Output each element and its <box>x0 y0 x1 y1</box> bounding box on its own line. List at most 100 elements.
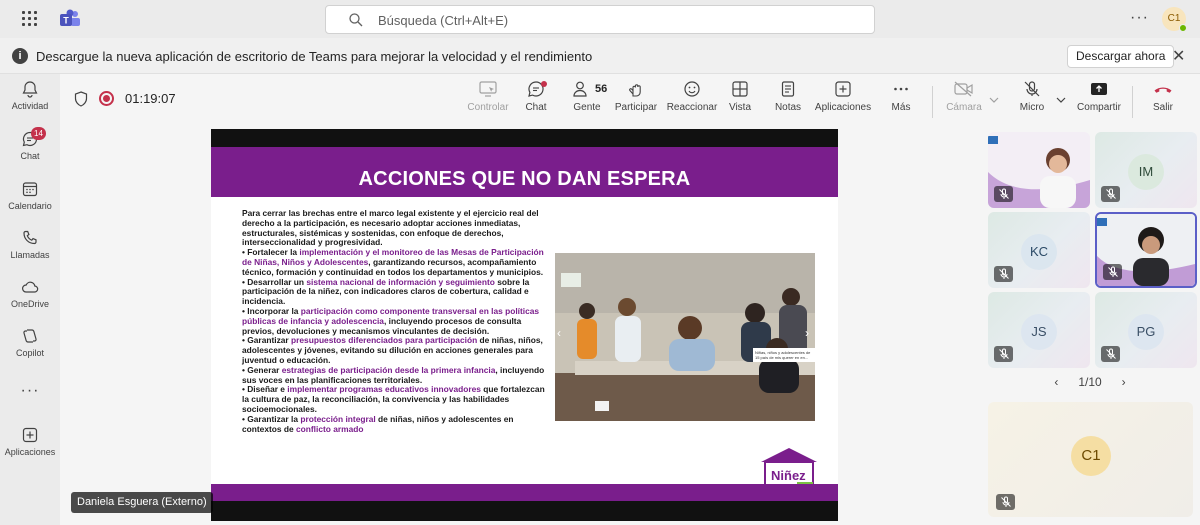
participant-tile[interactable]: PG <box>1095 292 1197 368</box>
rail-item-onedrive[interactable]: OneDrive <box>0 278 60 322</box>
mic-off-icon <box>998 268 1009 279</box>
chat-button[interactable]: Chat <box>521 80 551 124</box>
button-label: Salir <box>1152 102 1173 113</box>
react-button[interactable]: Reaccionar <box>664 80 720 124</box>
button-label: Chat <box>525 102 547 113</box>
recording-icon <box>99 91 114 106</box>
take-control-button[interactable]: Controlar <box>465 80 511 124</box>
participant-avatar: IM <box>1128 154 1164 190</box>
button-label: Controlar <box>467 102 509 113</box>
presenter-name-tag: Daniela Esguera (Externo) <box>71 492 213 513</box>
gallery-pager: ‹ 1/10 › <box>980 375 1200 389</box>
raise-hand-button[interactable]: Participar <box>614 80 658 124</box>
close-icon[interactable]: ✕ <box>1172 46 1185 66</box>
chevron-left-icon[interactable]: ‹ <box>1054 375 1058 389</box>
apps-icon <box>22 427 38 443</box>
apps-button[interactable]: Aplicaciones <box>814 80 872 124</box>
presence-indicator <box>1179 24 1187 32</box>
slide-bottom-bar <box>211 501 838 521</box>
photo-next-icon: › <box>805 326 809 340</box>
camera-button[interactable]: Cámara <box>944 80 984 124</box>
button-label: Participar <box>614 102 658 113</box>
search-box[interactable] <box>325 5 875 34</box>
slide-body-text: Para cerrar las brechas entre el marco l… <box>242 208 552 435</box>
more-button[interactable]: Más <box>886 80 916 124</box>
camera-off-icon <box>954 81 973 97</box>
slide-photo: ‹ › Niñas, niños y adolescentes de 15 pa… <box>555 253 815 421</box>
bullet-text: • Garantizar <box>242 335 292 346</box>
bullet-text: • Fortalecer la <box>242 247 300 258</box>
participant-gallery: IM KC JS PG ‹ 1/10 › C1 <box>980 126 1200 525</box>
bullet-highlight: estrategias de participación desde la pr… <box>281 364 496 375</box>
search-input[interactable] <box>378 9 858 31</box>
teams-logo-icon[interactable]: T <box>59 8 81 30</box>
screen-control-icon <box>479 81 497 97</box>
slide-intro: Para cerrar las brechas entre el marco l… <box>242 208 539 248</box>
unread-badge: 14 <box>31 127 46 140</box>
grid-view-icon <box>732 81 748 97</box>
participant-tile-active[interactable] <box>1095 212 1197 288</box>
rail-item-more[interactable]: ··· <box>0 382 60 426</box>
bullet-highlight: protección integral <box>300 413 376 424</box>
download-now-button[interactable]: Descargar ahora <box>1067 45 1175 68</box>
hang-up-icon <box>1154 87 1172 93</box>
chevron-down-icon[interactable] <box>1056 96 1066 104</box>
self-view-tile[interactable]: C1 <box>988 402 1193 517</box>
notes-button[interactable]: Notas <box>773 80 803 124</box>
slide-bullet: • Generar estrategias de participación d… <box>242 364 552 386</box>
rail-item-copilot[interactable]: Copilot <box>0 327 60 371</box>
mic-off-icon <box>998 348 1009 359</box>
muted-indicator <box>1103 264 1122 280</box>
svg-text:Niñez: Niñez <box>771 468 806 483</box>
people-button[interactable]: 56 Gente <box>565 80 609 124</box>
bullet-highlight: sistema nacional de información y seguim… <box>306 276 495 287</box>
rail-item-calendar[interactable]: Calendario <box>0 180 60 224</box>
info-icon: i <box>12 48 28 64</box>
slide-bullet: • Garantizar la protección integral de n… <box>242 413 552 435</box>
participant-tile[interactable]: IM <box>1095 132 1197 208</box>
button-label: Gente <box>573 102 601 113</box>
app-launcher-icon[interactable] <box>22 11 38 27</box>
shield-icon[interactable] <box>74 91 88 107</box>
rail-item-label: Chat <box>20 151 40 161</box>
settings-more-icon[interactable]: ··· <box>1130 9 1149 27</box>
bullet-text: • Desarrollar un <box>242 276 307 287</box>
rail-item-chat[interactable]: 14 Chat <box>0 127 60 174</box>
photo-prev-icon: ‹ <box>557 326 561 340</box>
emoji-icon <box>684 81 700 97</box>
calendar-icon <box>22 182 38 197</box>
participant-tile[interactable]: KC <box>988 212 1090 288</box>
muted-indicator <box>996 494 1015 510</box>
rail-item-label: Copilot <box>15 348 44 358</box>
view-button[interactable]: Vista <box>725 80 755 124</box>
rail-item-label: OneDrive <box>10 299 49 309</box>
chevron-right-icon[interactable]: › <box>1122 375 1126 389</box>
chevron-down-icon[interactable] <box>989 96 999 104</box>
more-icon: ··· <box>20 382 40 399</box>
button-label: Cámara <box>946 102 982 113</box>
bullet-highlight: conflicto armado <box>295 423 364 434</box>
add-app-icon <box>835 81 851 97</box>
leave-button[interactable]: Salir <box>1148 80 1178 124</box>
rail-item-calls[interactable]: Llamadas <box>0 229 60 273</box>
muted-indicator <box>1101 346 1120 362</box>
search-icon <box>349 13 363 27</box>
muted-indicator <box>994 266 1013 282</box>
bell-icon <box>22 81 38 98</box>
account-avatar[interactable]: C1 <box>1162 7 1187 32</box>
participant-tile[interactable] <box>988 132 1090 208</box>
mic-button[interactable]: Micro <box>1015 80 1049 124</box>
share-button[interactable]: Compartir <box>1074 80 1124 124</box>
svg-text:T: T <box>63 16 69 26</box>
participant-tile[interactable]: JS <box>988 292 1090 368</box>
rail-item-apps[interactable]: Aplicaciones <box>0 426 60 470</box>
rail-item-activity[interactable]: Actividad <box>0 80 60 124</box>
participant-avatar: JS <box>1021 314 1057 350</box>
slide-bottom-band <box>211 484 838 501</box>
bullet-text: • Garantizar la <box>242 413 301 424</box>
participant-count: 56 <box>595 83 608 95</box>
slide-bullet: • Fortalecer la implementación y el moni… <box>242 247 552 277</box>
notes-icon <box>781 81 795 97</box>
toolbar-divider <box>932 86 933 118</box>
bullet-highlight: implementar programas educativos innovad… <box>287 384 481 395</box>
